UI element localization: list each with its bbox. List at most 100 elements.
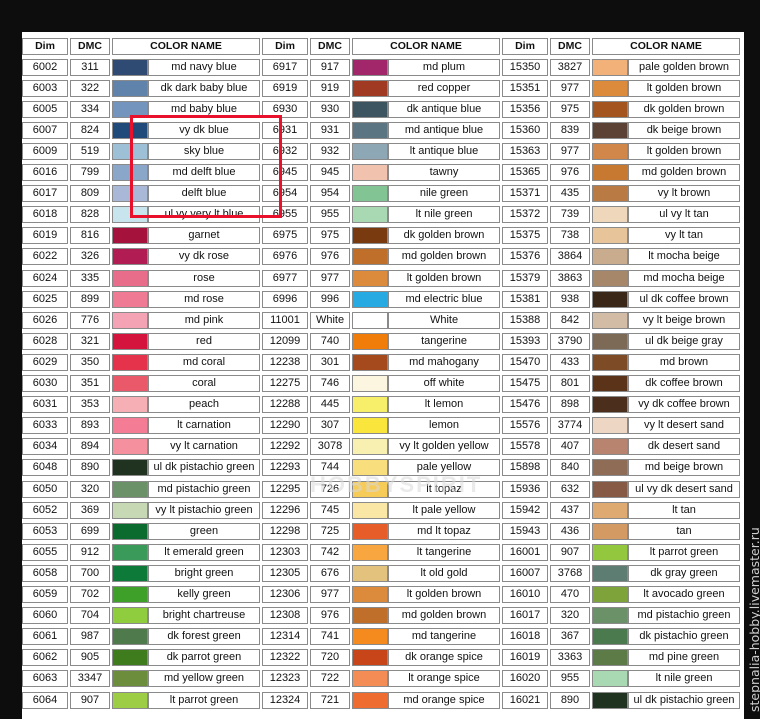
color-name: vy lt beige brown (628, 312, 740, 329)
color-swatch (352, 312, 388, 329)
color-swatch (592, 565, 628, 582)
dim-code: 6007 (22, 122, 68, 139)
dim-code: 6002 (22, 59, 68, 76)
dim-code: 6005 (22, 101, 68, 118)
color-swatch (112, 291, 148, 308)
dmc-code: 799 (70, 164, 110, 181)
color-name: pale yellow (388, 459, 500, 476)
color-name: lemon (388, 417, 500, 434)
color-swatch (112, 312, 148, 329)
dmc-code: 746 (310, 375, 350, 392)
color-swatch (592, 607, 628, 624)
color-name: red copper (388, 80, 500, 97)
color-swatch (352, 565, 388, 582)
dim-code: 16010 (502, 586, 548, 603)
dmc-code: 301 (310, 354, 350, 371)
dim-code: 15375 (502, 227, 548, 244)
dmc-code: 3347 (70, 670, 110, 687)
color-name: pale golden brown (628, 59, 740, 76)
color-name: red (148, 333, 260, 350)
color-chart-sheet: Dim DMC COLOR NAME 6002 311 md navy blue 6003 3… (22, 32, 744, 719)
dmc-code: 721 (310, 692, 350, 709)
dmc-code: 938 (550, 291, 590, 308)
color-swatch (352, 80, 388, 97)
color-name: lt pale yellow (388, 502, 500, 519)
dmc-code: 720 (310, 649, 350, 666)
color-name: green (148, 523, 260, 540)
color-name: md electric blue (388, 291, 500, 308)
dim-code: 6031 (22, 396, 68, 413)
color-swatch (112, 628, 148, 645)
dmc-code: 676 (310, 565, 350, 582)
dim-code: 6022 (22, 248, 68, 265)
dim-code: 6932 (262, 143, 308, 160)
dim-code: 6930 (262, 101, 308, 118)
dmc-code: 699 (70, 523, 110, 540)
dim-code: 12322 (262, 649, 308, 666)
color-swatch (592, 59, 628, 76)
color-name: lt antique blue (388, 143, 500, 160)
dmc-code: 899 (70, 291, 110, 308)
color-swatch (592, 649, 628, 666)
color-name: md brown (628, 354, 740, 371)
color-name: md coral (148, 354, 260, 371)
color-name: dk golden brown (388, 227, 500, 244)
color-swatch (352, 417, 388, 434)
color-swatch (592, 692, 628, 709)
header-dim: Dim (262, 38, 308, 55)
color-swatch (352, 164, 388, 181)
dmc-code: 436 (550, 523, 590, 540)
color-swatch (352, 523, 388, 540)
color-swatch (352, 670, 388, 687)
color-swatch (352, 607, 388, 624)
color-swatch (112, 248, 148, 265)
color-name: vy lt desert sand (628, 417, 740, 434)
dim-code: 6024 (22, 270, 68, 287)
color-swatch (352, 354, 388, 371)
dim-code: 6050 (22, 481, 68, 498)
color-name: md pink (148, 312, 260, 329)
dmc-code: 738 (550, 227, 590, 244)
dmc-code: 824 (70, 122, 110, 139)
color-name: tan (628, 523, 740, 540)
dmc-code: 932 (310, 143, 350, 160)
color-swatch (112, 459, 148, 476)
color-swatch (352, 438, 388, 455)
dim-code: 16001 (502, 544, 548, 561)
color-swatch (592, 396, 628, 413)
dim-code: 12275 (262, 375, 308, 392)
dim-code: 15379 (502, 270, 548, 287)
dim-code: 6033 (22, 417, 68, 434)
dim-code: 6062 (22, 649, 68, 666)
color-swatch (592, 248, 628, 265)
color-swatch (112, 185, 148, 202)
color-name: lt tan (628, 502, 740, 519)
dmc-code: 320 (70, 481, 110, 498)
dmc-code: 722 (310, 670, 350, 687)
dmc-code: 907 (550, 544, 590, 561)
color-name: vy lt pistachio green (148, 502, 260, 519)
color-name: ul dk pistachio green (148, 459, 260, 476)
dim-code: 12099 (262, 333, 308, 350)
color-name: vy dk rose (148, 248, 260, 265)
color-name: ul vy lt tan (628, 206, 740, 223)
dim-code: 15943 (502, 523, 548, 540)
color-name: bright chartreuse (148, 607, 260, 624)
dmc-code: 945 (310, 164, 350, 181)
dim-code: 15936 (502, 481, 548, 498)
dim-code: 15476 (502, 396, 548, 413)
color-name: md pine green (628, 649, 740, 666)
dmc-code: 311 (70, 59, 110, 76)
dim-code: 12293 (262, 459, 308, 476)
dim-code: 6009 (22, 143, 68, 160)
color-name: md pistachio green (628, 607, 740, 624)
dmc-code: 976 (550, 164, 590, 181)
color-swatch (352, 544, 388, 561)
dim-code: 16017 (502, 607, 548, 624)
dim-code: 12290 (262, 417, 308, 434)
color-name: rose (148, 270, 260, 287)
dmc-code: 445 (310, 396, 350, 413)
dmc-code: 977 (310, 270, 350, 287)
dim-code: 15351 (502, 80, 548, 97)
color-swatch (592, 375, 628, 392)
